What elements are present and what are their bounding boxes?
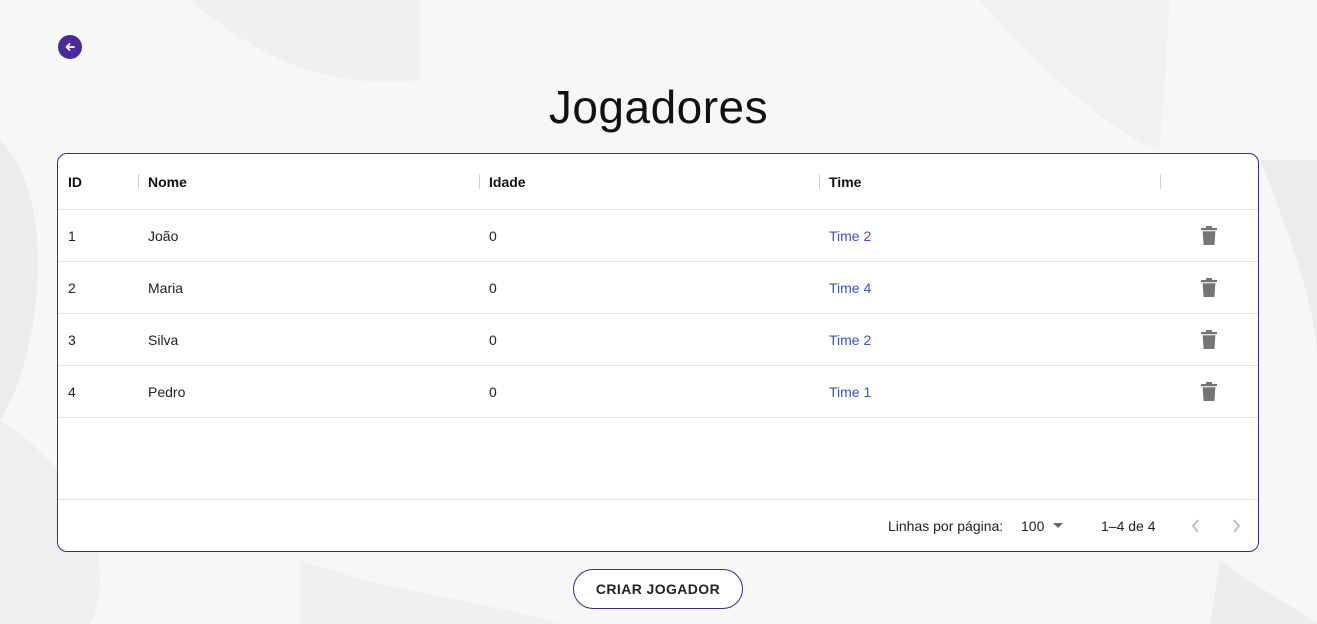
rows-per-page-value: 100	[1021, 518, 1045, 534]
pagination-range: 1–4 de 4	[1101, 518, 1156, 534]
cell-nome: Silva	[148, 331, 179, 348]
table-header: ID Nome Idade Time	[58, 154, 1258, 210]
team-link[interactable]: Time 2	[829, 314, 871, 365]
trash-icon	[1201, 226, 1217, 245]
cell-nome: Maria	[148, 279, 184, 296]
team-link[interactable]: Time 2	[829, 210, 871, 261]
delete-button[interactable]	[1198, 314, 1220, 365]
previous-page-button[interactable]	[1190, 500, 1202, 551]
cell-nome: João	[148, 227, 179, 244]
rows-per-page-label: Linhas por página:	[888, 518, 1004, 534]
cell-id: 1	[68, 227, 76, 244]
delete-button[interactable]	[1198, 210, 1220, 261]
team-link[interactable]: Time 1	[829, 366, 871, 417]
rows-per-page-select[interactable]: 100	[1021, 500, 1064, 551]
trash-icon	[1201, 330, 1217, 349]
column-separator[interactable]	[1160, 174, 1161, 189]
column-header-idade[interactable]: Idade	[489, 154, 526, 209]
caret-down-icon	[1053, 523, 1064, 528]
cell-idade: 0	[489, 383, 497, 400]
table-row[interactable]: 4 Pedro 0 Time 1	[58, 366, 1258, 418]
team-link[interactable]: Time 4	[829, 262, 871, 313]
page-title: Jogadores	[548, 81, 769, 133]
column-header-nome[interactable]: Nome	[148, 154, 187, 209]
players-table: ID Nome Idade Time 1 João 0 Time 2 2 Mar…	[57, 153, 1259, 552]
trash-icon	[1201, 382, 1217, 401]
create-player-button[interactable]: CRIAR JOGADOR	[573, 569, 743, 609]
trash-icon	[1201, 278, 1217, 297]
next-page-button[interactable]	[1230, 500, 1242, 551]
cell-idade: 0	[489, 279, 497, 296]
back-button[interactable]	[58, 35, 82, 59]
cell-idade: 0	[489, 227, 497, 244]
column-separator[interactable]	[819, 174, 820, 189]
delete-button[interactable]	[1198, 366, 1220, 417]
cell-nome: Pedro	[148, 383, 186, 400]
chevron-right-icon	[1233, 519, 1241, 533]
table-pagination: Linhas por página: 100 1–4 de 4	[58, 499, 1258, 551]
column-separator[interactable]	[138, 174, 139, 189]
column-separator[interactable]	[479, 174, 480, 189]
chevron-left-icon	[1191, 519, 1199, 533]
table-row[interactable]: 1 João 0 Time 2	[58, 210, 1258, 262]
cell-id: 2	[68, 279, 76, 296]
cell-idade: 0	[489, 331, 497, 348]
table-row[interactable]: 2 Maria 0 Time 4	[58, 262, 1258, 314]
cell-id: 3	[68, 331, 76, 348]
delete-button[interactable]	[1198, 262, 1220, 313]
cell-id: 4	[68, 383, 76, 400]
arrow-left-icon	[65, 43, 75, 51]
column-header-time[interactable]: Time	[829, 154, 861, 209]
table-row[interactable]: 3 Silva 0 Time 2	[58, 314, 1258, 366]
column-header-id[interactable]: ID	[68, 154, 82, 209]
